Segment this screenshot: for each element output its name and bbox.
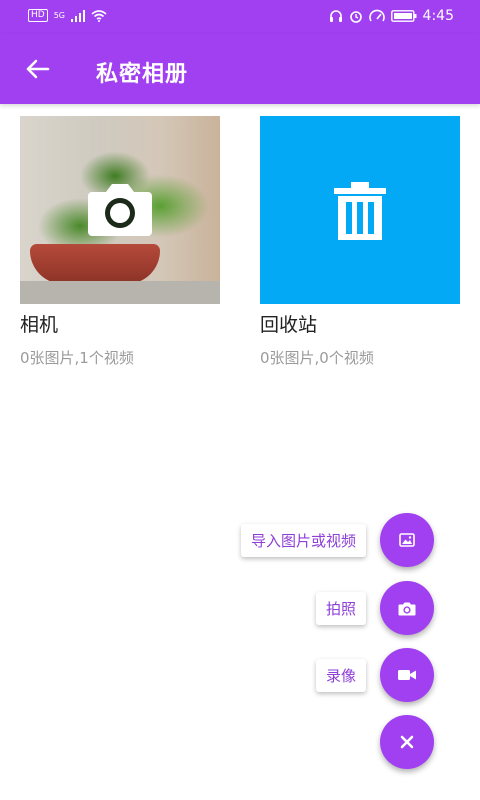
clock: 4:45 xyxy=(422,8,454,24)
album-thumbnail[interactable] xyxy=(260,116,460,304)
battery-icon xyxy=(390,10,417,22)
record-video-label[interactable]: 录像 xyxy=(315,658,366,692)
back-arrow-icon[interactable] xyxy=(22,54,52,84)
camera-icon xyxy=(398,602,416,615)
image-icon xyxy=(399,533,415,547)
album-thumbnail[interactable] xyxy=(20,116,220,304)
wifi-icon xyxy=(91,9,107,22)
album-count: 0张图片,0个视频 xyxy=(260,349,374,367)
camera-icon xyxy=(88,184,152,236)
trash-icon xyxy=(334,182,386,240)
speed-icon xyxy=(368,9,385,22)
status-bar: HD 5G 4:45 xyxy=(0,0,480,34)
close-fab-button[interactable] xyxy=(380,715,434,769)
plant-pot xyxy=(30,244,160,284)
fab-import-row: 导入图片或视频 xyxy=(240,513,434,567)
import-media-button[interactable] xyxy=(380,513,434,567)
signal-label: 5G xyxy=(53,11,65,20)
alarm-icon xyxy=(349,11,362,23)
take-photo-label[interactable]: 拍照 xyxy=(315,591,366,625)
signal-icon xyxy=(71,9,85,22)
fab-photo-row: 拍照 xyxy=(315,581,434,635)
page-title: 私密相册 xyxy=(96,62,189,87)
fab-record-row: 录像 xyxy=(315,648,434,702)
album-name: 相机 xyxy=(20,314,59,336)
import-label[interactable]: 导入图片或视频 xyxy=(240,523,366,557)
take-photo-button[interactable] xyxy=(380,581,434,635)
album-count: 0张图片,1个视频 xyxy=(20,349,134,367)
app-bar: 私密相册 xyxy=(0,34,480,104)
video-icon xyxy=(398,670,416,680)
album-recycle-bin[interactable]: 回收站 0张图片,0个视频 xyxy=(260,116,460,368)
headset-icon xyxy=(329,10,342,22)
album-name: 回收站 xyxy=(260,314,318,336)
record-video-button[interactable] xyxy=(380,648,434,702)
network-badge: HD xyxy=(28,9,48,22)
album-camera[interactable]: 相机 0张图片,1个视频 xyxy=(20,116,220,368)
close-icon xyxy=(400,735,414,749)
